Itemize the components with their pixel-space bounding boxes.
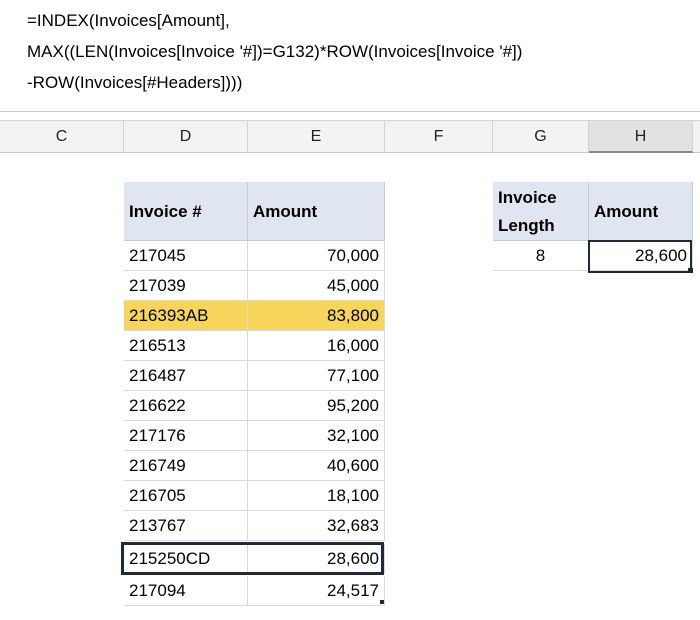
invoice-cell[interactable]: 216622: [124, 391, 248, 421]
amount-cell[interactable]: 40,600: [248, 451, 385, 481]
amount-cell[interactable]: 32,683: [248, 511, 385, 541]
invoice-cell[interactable]: 213767: [124, 511, 248, 541]
column-header-g[interactable]: G: [493, 121, 589, 153]
column-header-e[interactable]: E: [248, 121, 385, 153]
amount-cell[interactable]: 45,000: [248, 271, 385, 301]
formula-bar[interactable]: =INDEX(Invoices[Amount], MAX((LEN(Invoic…: [0, 0, 700, 112]
lookup-amount-header[interactable]: Amount: [589, 182, 693, 241]
formula-line-3: -ROW(Invoices[#Headers]))): [27, 73, 243, 92]
invoice-length-header[interactable]: Invoice Length: [493, 182, 589, 241]
amount-cell[interactable]: 32,100: [248, 421, 385, 451]
invoice-cell[interactable]: 217039: [124, 271, 248, 301]
fill-handle[interactable]: [688, 268, 693, 273]
invoice-cell-match[interactable]: 215250CD: [124, 544, 248, 574]
invoice-cell[interactable]: 216487: [124, 361, 248, 391]
invoice-cell[interactable]: 217094: [124, 576, 248, 606]
formula-line-2: MAX((LEN(Invoices[Invoice '#])=G132)*ROW…: [27, 42, 523, 61]
lookup-result-cell[interactable]: 28,600: [589, 241, 693, 271]
column-header-h[interactable]: H: [589, 121, 693, 153]
column-header-d[interactable]: D: [124, 121, 248, 153]
amount-cell-highlighted[interactable]: 83,800: [248, 301, 385, 331]
invoice-cell[interactable]: 216705: [124, 481, 248, 511]
amount-cell[interactable]: 77,100: [248, 361, 385, 391]
column-header-f[interactable]: F: [385, 121, 493, 153]
amount-cell[interactable]: 70,000: [248, 241, 385, 271]
invoice-cell-highlighted[interactable]: 216393AB: [124, 301, 248, 331]
column-header-strip: C D E F G H: [0, 120, 700, 153]
invoice-number-header[interactable]: Invoice #: [124, 182, 248, 241]
amount-cell-match[interactable]: 28,600: [248, 544, 385, 574]
invoice-length-header-line1: Invoice: [498, 188, 557, 207]
amount-cell[interactable]: 95,200: [248, 391, 385, 421]
amount-header[interactable]: Amount: [248, 182, 385, 241]
column-header-c[interactable]: C: [0, 121, 124, 153]
invoice-length-input[interactable]: 8: [493, 241, 589, 271]
invoice-length-header-line2: Length: [498, 216, 555, 235]
formula-line-1: =INDEX(Invoices[Amount],: [27, 11, 230, 30]
amount-cell[interactable]: 24,517: [248, 576, 385, 606]
table-resize-handle[interactable]: [380, 600, 384, 604]
amount-cell[interactable]: 16,000: [248, 331, 385, 361]
amount-cell[interactable]: 18,100: [248, 481, 385, 511]
invoice-cell[interactable]: 217176: [124, 421, 248, 451]
invoice-cell[interactable]: 217045: [124, 241, 248, 271]
invoice-cell[interactable]: 216513: [124, 331, 248, 361]
invoice-cell[interactable]: 216749: [124, 451, 248, 481]
